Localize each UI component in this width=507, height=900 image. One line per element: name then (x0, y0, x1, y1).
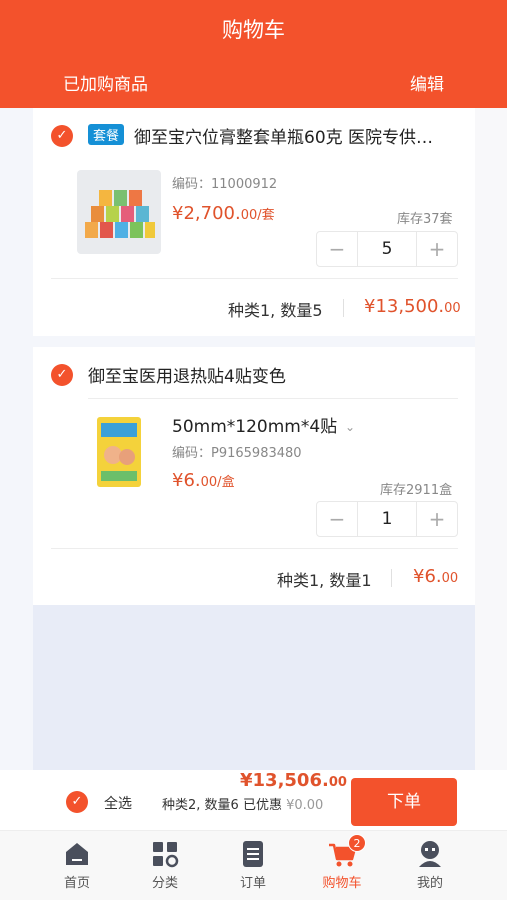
edit-button[interactable]: 编辑 (410, 70, 444, 95)
item-2-minus-button[interactable]: − (317, 502, 357, 536)
tab-orders[interactable]: 订单 (213, 831, 293, 891)
item-2-quantity-stepper: − 1 + (316, 501, 458, 537)
tab-home-label: 首页 (63, 876, 90, 891)
item-2-thumbnail[interactable] (79, 409, 163, 493)
item-1-checkbox[interactable]: ✓ (51, 125, 73, 147)
profile-icon (419, 841, 441, 867)
divider (51, 548, 458, 549)
added-items-label: 已加购商品 (63, 75, 148, 95)
item-1-plus-button[interactable]: + (417, 232, 457, 266)
total-price: ¥13,506.00 (240, 770, 347, 791)
tab-cart[interactable]: 2 购物车 (302, 831, 382, 891)
item-1-quantity-stepper: − 5 + (316, 231, 458, 267)
item-2-checkbox[interactable]: ✓ (51, 364, 73, 386)
separator (343, 299, 344, 317)
item-2-price: ¥6.00/盒 (172, 470, 235, 491)
category-icon (153, 842, 179, 868)
cart-badge: 2 (348, 834, 366, 852)
item-1-thumbnail[interactable] (77, 170, 161, 254)
tab-category[interactable]: 分类 (125, 831, 205, 891)
right-gutter (475, 108, 507, 770)
tab-home[interactable]: 首页 (37, 831, 117, 891)
item-2-name[interactable]: 御至宝医用退热贴4贴变色 (88, 362, 448, 387)
item-1-code: 编码：11000912 (172, 177, 278, 192)
page-title: 购物车 (222, 18, 285, 42)
item-2-subtotal: ¥6.00 (413, 566, 459, 587)
tab-orders-label: 订单 (239, 876, 266, 891)
divider (51, 278, 458, 279)
item-1-subtotal: ¥13,500.00 (364, 296, 461, 317)
tab-bar: 首页 分类 订单 2 购物车 我的 (0, 830, 507, 900)
divider (88, 398, 458, 399)
item-2-spec[interactable]: 50mm*120mm*4贴 (172, 412, 337, 437)
total-summary: 种类2, 数量6 已优惠 ¥0.00 (162, 798, 324, 813)
tab-cart-label: 购物车 (322, 876, 362, 891)
tab-profile-label: 我的 (416, 876, 443, 891)
separator (391, 569, 392, 587)
home-icon (66, 843, 88, 865)
item-1-stock: 库存37套 (397, 212, 453, 227)
order-icon (243, 841, 263, 867)
item-1-name[interactable]: 御至宝穴位膏整套单瓶60克 医院专供… (134, 123, 459, 148)
item-2-summary: 种类1, 数量1 (277, 571, 372, 590)
item-1-quantity-input[interactable]: 5 (357, 232, 417, 266)
chevron-down-icon[interactable]: ⌄ (345, 420, 355, 434)
package-tag: 套餐 (88, 124, 125, 145)
item-1-summary: 种类1, 数量5 (228, 301, 323, 320)
header: 购物车 已加购商品 编辑 (0, 0, 507, 108)
select-all-checkbox[interactable]: ✓ (66, 791, 88, 813)
tab-profile[interactable]: 我的 (390, 831, 470, 891)
item-1-price: ¥2,700.00/套 (172, 203, 275, 224)
empty-area (33, 605, 475, 770)
item-2-code: 编码：P9165983480 (172, 446, 302, 461)
tab-category-label: 分类 (151, 876, 178, 891)
item-2-quantity-input[interactable]: 1 (357, 502, 417, 536)
place-order-button[interactable]: 下单 (351, 778, 457, 826)
item-2-stock: 库存2911盒 (380, 483, 453, 498)
select-all-label[interactable]: 全选 (104, 793, 132, 813)
item-2-plus-button[interactable]: + (417, 502, 457, 536)
item-1-minus-button[interactable]: − (317, 232, 357, 266)
